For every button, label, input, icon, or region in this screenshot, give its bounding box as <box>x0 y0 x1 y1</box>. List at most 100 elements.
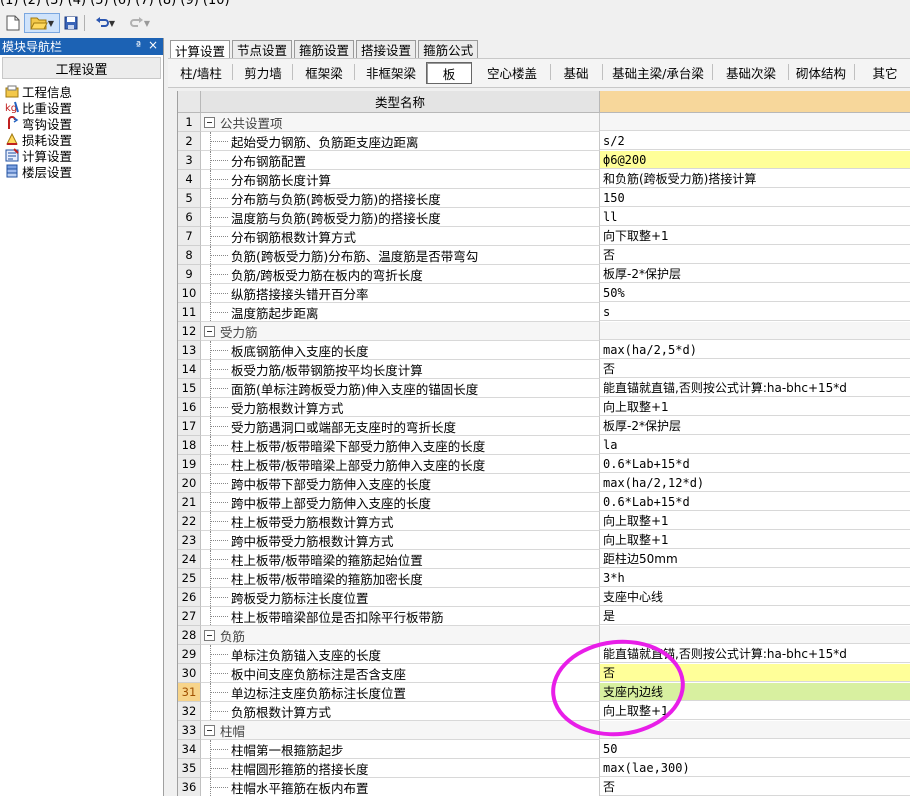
tab-lap-settings[interactable]: 搭接设置 <box>356 40 417 58</box>
table-row[interactable]: 5 分布筋与负筋(跨板受力筋)的搭接长度 150 <box>178 189 910 208</box>
tab-calc-settings[interactable]: 计算设置 <box>170 40 231 59</box>
table-row[interactable]: 23 跨中板带受力筋根数计算方式 向上取整+1 <box>178 531 910 550</box>
subtab-hollow-floor[interactable]: 空心楼盖 <box>476 62 548 82</box>
save-disk-icon[interactable] <box>62 13 80 33</box>
value-cell[interactable]: 否 <box>600 778 910 796</box>
value-cell[interactable]: 和负筋(跨板受力筋)搭接计算 <box>600 170 910 188</box>
table-row[interactable]: 26 跨板受力筋标注长度位置 支座中心线 <box>178 588 910 607</box>
value-cell[interactable]: s/2 <box>600 132 910 150</box>
value-cell[interactable]: 50% <box>600 284 910 302</box>
row-number[interactable]: 28 <box>178 626 201 645</box>
row-number[interactable]: 4 <box>178 170 201 189</box>
value-cell[interactable]: 能直锚就直锚,否则按公式计算:ha-bhc+15*d <box>600 379 910 397</box>
value-cell[interactable]: max(ha/2,12*d) <box>600 474 910 492</box>
group-row[interactable]: 1 公共设置项 <box>178 113 910 132</box>
undo-button[interactable]: ▼ <box>90 13 120 33</box>
row-number[interactable]: 29 <box>178 645 201 664</box>
row-number[interactable]: 5 <box>178 189 201 208</box>
row-number[interactable]: 33 <box>178 721 201 740</box>
subtab-foundation-main-beam[interactable]: 基础主梁/承台梁 <box>606 62 710 82</box>
row-number[interactable]: 18 <box>178 436 201 455</box>
table-row[interactable]: 36 柱帽水平箍筋在板内布置 否 <box>178 778 910 796</box>
row-number[interactable]: 30 <box>178 664 201 683</box>
pin-icon[interactable]: ª <box>136 39 141 52</box>
row-number[interactable]: 34 <box>178 740 201 759</box>
row-number[interactable]: 13 <box>178 341 201 360</box>
table-row[interactable]: 15 面筋(单标注跨板受力筋)伸入支座的锚固长度 能直锚就直锚,否则按公式计算:ha… <box>178 379 910 398</box>
value-cell[interactable]: ll <box>600 208 910 226</box>
subtab-frame-beam[interactable]: 框架梁 <box>296 62 352 82</box>
group-row[interactable]: 12 受力筋 <box>178 322 910 341</box>
group-row[interactable]: 28 负筋 <box>178 626 910 645</box>
table-row[interactable]: 22 柱上板带受力筋根数计算方式 向上取整+1 <box>178 512 910 531</box>
splitter-bar[interactable] <box>168 86 176 796</box>
row-number[interactable]: 12 <box>178 322 201 341</box>
value-cell[interactable]: 向下取整+1 <box>600 227 910 245</box>
value-cell[interactable]: 距柱边50mm <box>600 550 910 568</box>
row-number[interactable]: 8 <box>178 246 201 265</box>
value-cell[interactable]: 0.6*Lab+15*d <box>600 455 910 473</box>
row-number[interactable]: 24 <box>178 550 201 569</box>
value-cell[interactable]: 是 <box>600 607 910 625</box>
table-row[interactable]: 2 起始受力钢筋、负筋距支座边距离 s/2 <box>178 132 910 151</box>
table-row[interactable]: 6 温度筋与负筋(跨板受力筋)的搭接长度 ll <box>178 208 910 227</box>
value-cell[interactable]: s <box>600 303 910 321</box>
table-row[interactable]: 10 纵筋搭接接头错开百分率 50% <box>178 284 910 303</box>
collapse-icon[interactable] <box>204 629 215 641</box>
value-cell[interactable]: 0.6*Lab+15*d <box>600 493 910 511</box>
nav-item-floor-setting[interactable]: 楼层设置 <box>4 163 163 180</box>
row-number[interactable]: 19 <box>178 455 201 474</box>
table-row[interactable]: 3 分布钢筋配置 ф6@200 <box>178 151 910 170</box>
table-row[interactable]: 16 受力筋根数计算方式 向上取整+1 <box>178 398 910 417</box>
table-row[interactable]: 9 负筋/跨板受力筋在板内的弯折长度 板厚-2*保护层 <box>178 265 910 284</box>
value-cell[interactable]: 支座内边线 <box>600 683 910 701</box>
value-cell[interactable]: max(lae,300) <box>600 759 910 777</box>
table-row[interactable]: 4 分布钢筋长度计算 和负筋(跨板受力筋)搭接计算 <box>178 170 910 189</box>
subtab-slab[interactable]: 板 <box>426 62 472 84</box>
value-cell[interactable]: 能直锚就直锚,否则按公式计算:ha-bhc+15*d <box>600 645 910 663</box>
table-row[interactable]: 35 柱帽圆形箍筋的搭接长度 max(lae,300) <box>178 759 910 778</box>
subtab-masonry[interactable]: 砌体结构 <box>792 62 850 82</box>
tab-stirrup-settings[interactable]: 箍筋设置 <box>294 40 355 58</box>
table-row[interactable]: 31 单边标注支座负筋标注长度位置 支座内边线 <box>178 683 910 702</box>
row-number[interactable]: 32 <box>178 702 201 721</box>
table-row[interactable]: 32 负筋根数计算方式 向上取整+1 <box>178 702 910 721</box>
collapse-icon[interactable] <box>204 325 215 337</box>
row-number[interactable]: 14 <box>178 360 201 379</box>
row-number[interactable]: 20 <box>178 474 201 493</box>
table-row[interactable]: 25 柱上板带/板带暗梁的箍筋加密长度 3*h <box>178 569 910 588</box>
value-cell[interactable]: 板厚-2*保护层 <box>600 265 910 283</box>
table-row[interactable]: 11 温度筋起步距离 s <box>178 303 910 322</box>
subtab-foundation[interactable]: 基础 <box>554 62 598 82</box>
row-number[interactable]: 16 <box>178 398 201 417</box>
value-cell[interactable]: 向上取整+1 <box>600 702 910 720</box>
value-cell[interactable]: 否 <box>600 360 910 378</box>
table-row[interactable]: 21 跨中板带上部受力筋伸入支座的长度 0.6*Lab+15*d <box>178 493 910 512</box>
row-number[interactable]: 35 <box>178 759 201 778</box>
value-cell[interactable]: 否 <box>600 664 910 682</box>
value-cell[interactable]: la <box>600 436 910 454</box>
subtab-column-wall-column[interactable]: 柱/墙柱 <box>172 62 230 82</box>
value-cell[interactable]: 向上取整+1 <box>600 398 910 416</box>
table-row[interactable]: 27 柱上板带暗梁部位是否扣除平行板带筋 是 <box>178 607 910 626</box>
row-number[interactable]: 23 <box>178 531 201 550</box>
table-row[interactable]: 30 板中间支座负筋标注是否含支座 否 <box>178 664 910 683</box>
subtab-other[interactable]: 其它 <box>862 62 908 82</box>
table-row[interactable]: 17 受力筋遇洞口或端部无支座时的弯折长度 板厚-2*保护层 <box>178 417 910 436</box>
row-number[interactable]: 31 <box>178 683 201 702</box>
value-cell[interactable]: 否 <box>600 246 910 264</box>
value-cell[interactable]: 板厚-2*保护层 <box>600 417 910 435</box>
value-cell[interactable]: 150 <box>600 189 910 207</box>
value-cell[interactable]: 50 <box>600 740 910 758</box>
menu-bar[interactable]: (1) (2) (3) (4) (5) (6) (7) (8) (9) (10) <box>0 0 910 8</box>
subtab-non-frame-beam[interactable]: 非框架梁 <box>358 62 424 82</box>
row-number[interactable]: 6 <box>178 208 201 227</box>
row-number[interactable]: 10 <box>178 284 201 303</box>
value-cell[interactable]: 支座中心线 <box>600 588 910 606</box>
row-number[interactable]: 27 <box>178 607 201 626</box>
value-cell[interactable]: 向上取整+1 <box>600 512 910 530</box>
table-row[interactable]: 29 单标注负筋锚入支座的长度 能直锚就直锚,否则按公式计算:ha-bhc+15*d <box>178 645 910 664</box>
value-cell[interactable]: ф6@200 <box>600 151 910 169</box>
row-number[interactable]: 7 <box>178 227 201 246</box>
table-row[interactable]: 7 分布钢筋根数计算方式 向下取整+1 <box>178 227 910 246</box>
